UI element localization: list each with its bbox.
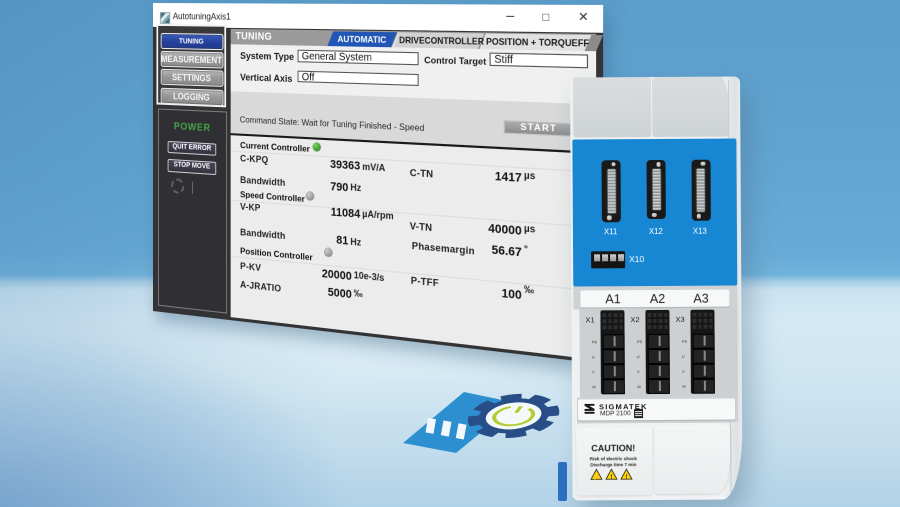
svg-text:!: ! [625, 475, 627, 481]
svg-text:!: ! [610, 475, 612, 481]
svg-text:⚡: ⚡ [592, 472, 601, 481]
